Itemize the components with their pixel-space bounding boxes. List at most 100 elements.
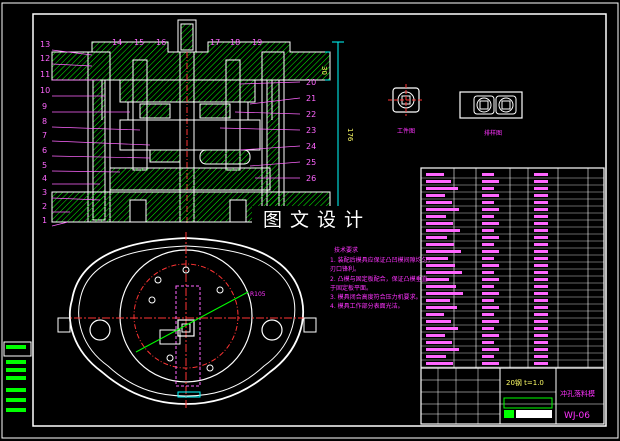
parts-list-rows [421,173,604,368]
parts-row-code [426,285,456,288]
parts-row-material [534,243,548,246]
parts-row-name [482,299,494,302]
parts-row-name [482,250,499,253]
parts-row-material [534,173,548,176]
parts-row-name [482,222,499,225]
parts-row-name [482,348,499,351]
parts-row-code [426,243,454,246]
part-no: 23 [306,126,316,135]
part-no: 4 [42,174,47,183]
parts-row-material [534,215,548,218]
parts-row-material [534,299,548,302]
parts-row-material [534,348,548,351]
title-name: 冲孔落料模 [560,389,595,398]
part-no: 2 [42,202,47,211]
parts-row-material [534,236,548,239]
parts-row-name [482,180,499,183]
parts-row-code [426,355,446,358]
workpiece-label: 工件图 [397,127,415,135]
parts-row-code [426,313,444,316]
part-no: 1 [42,216,47,225]
parts-row-material [534,229,548,232]
part-no: 19 [252,38,262,47]
strip-layout-view [459,91,523,119]
part-no: 13 [40,40,50,49]
parts-row-name [482,355,494,358]
parts-row-name [482,201,494,204]
part-no: 12 [40,54,50,63]
parts-row-name [482,173,494,176]
right-part-numbers: 20 21 22 23 24 25 26 [306,78,316,183]
parts-row-code [426,201,452,204]
part-no: 18 [230,38,240,47]
parts-row-code [426,327,458,330]
part-no: 22 [306,110,316,119]
parts-row-code [426,222,453,225]
parts-row-material [534,306,548,309]
parts-row-material [534,334,548,337]
parts-row-code [426,215,446,218]
part-no: 5 [42,161,47,170]
parts-row-code [426,229,460,232]
parts-row-code [426,180,451,183]
parts-row-code [426,362,453,365]
parts-row-code [426,299,450,302]
parts-row-material [534,257,548,260]
parts-row-material [534,222,548,225]
radius-label: R105 [250,291,266,298]
parts-row-code [426,348,459,351]
part-no: 10 [40,86,50,95]
parts-row-code [426,292,463,295]
tech-note: 1. 装配后模具应保证凸凹模间隙均匀， [330,256,434,264]
parts-row-code [426,257,448,260]
parts-row-material [534,194,548,197]
parts-row-material [534,362,548,365]
part-no: 8 [42,117,47,126]
parts-row-material [534,271,548,274]
dim-height: 176 [346,128,354,142]
parts-row-name [482,215,494,218]
parts-row-name [482,285,494,288]
parts-row-material [534,264,548,267]
part-no: 17 [210,38,220,47]
parts-row-name [482,327,494,330]
parts-row-material [534,341,548,344]
tech-note: 4. 模具工作部分表面光洁。 [330,302,404,310]
parts-row-material [534,250,548,253]
plan-view [57,232,317,408]
parts-row-material [534,355,548,358]
parts-row-name [482,243,494,246]
parts-row-name [482,229,494,232]
part-no: 9 [42,102,47,111]
workpiece-view [388,84,424,116]
parts-row-code [426,264,455,267]
parts-row-material [534,327,548,330]
parts-row-name [482,271,494,274]
part-no: 3 [42,188,47,197]
drawing-number: WJ-06 [564,411,590,421]
part-no: 11 [40,70,50,79]
tech-note: 刃口锋利。 [330,265,360,273]
parts-row-code [426,187,458,190]
parts-row-code [426,250,461,253]
part-no: 25 [306,158,316,167]
left-part-numbers: 13 12 11 10 9 8 7 6 5 4 3 2 1 [40,40,50,225]
parts-row-material [534,285,548,288]
parts-row-material [534,278,548,281]
part-no: 7 [42,131,47,140]
parts-row-material [534,180,548,183]
parts-row-name [482,278,499,281]
parts-row-material [534,187,548,190]
parts-row-material [534,201,548,204]
tech-title: 技术要求 [334,246,358,254]
part-no: 20 [306,78,316,87]
parts-row-code [426,208,459,211]
tech-note: 2. 凸模与固定板配合，保证凸模垂直 [330,275,428,283]
parts-row-name [482,334,499,337]
parts-row-code [426,334,445,337]
parts-row-material [534,313,548,316]
parts-row-material [534,320,548,323]
parts-row-code [426,194,445,197]
parts-row-name [482,208,499,211]
title-spec: 20钢 t=1.0 [506,378,544,387]
